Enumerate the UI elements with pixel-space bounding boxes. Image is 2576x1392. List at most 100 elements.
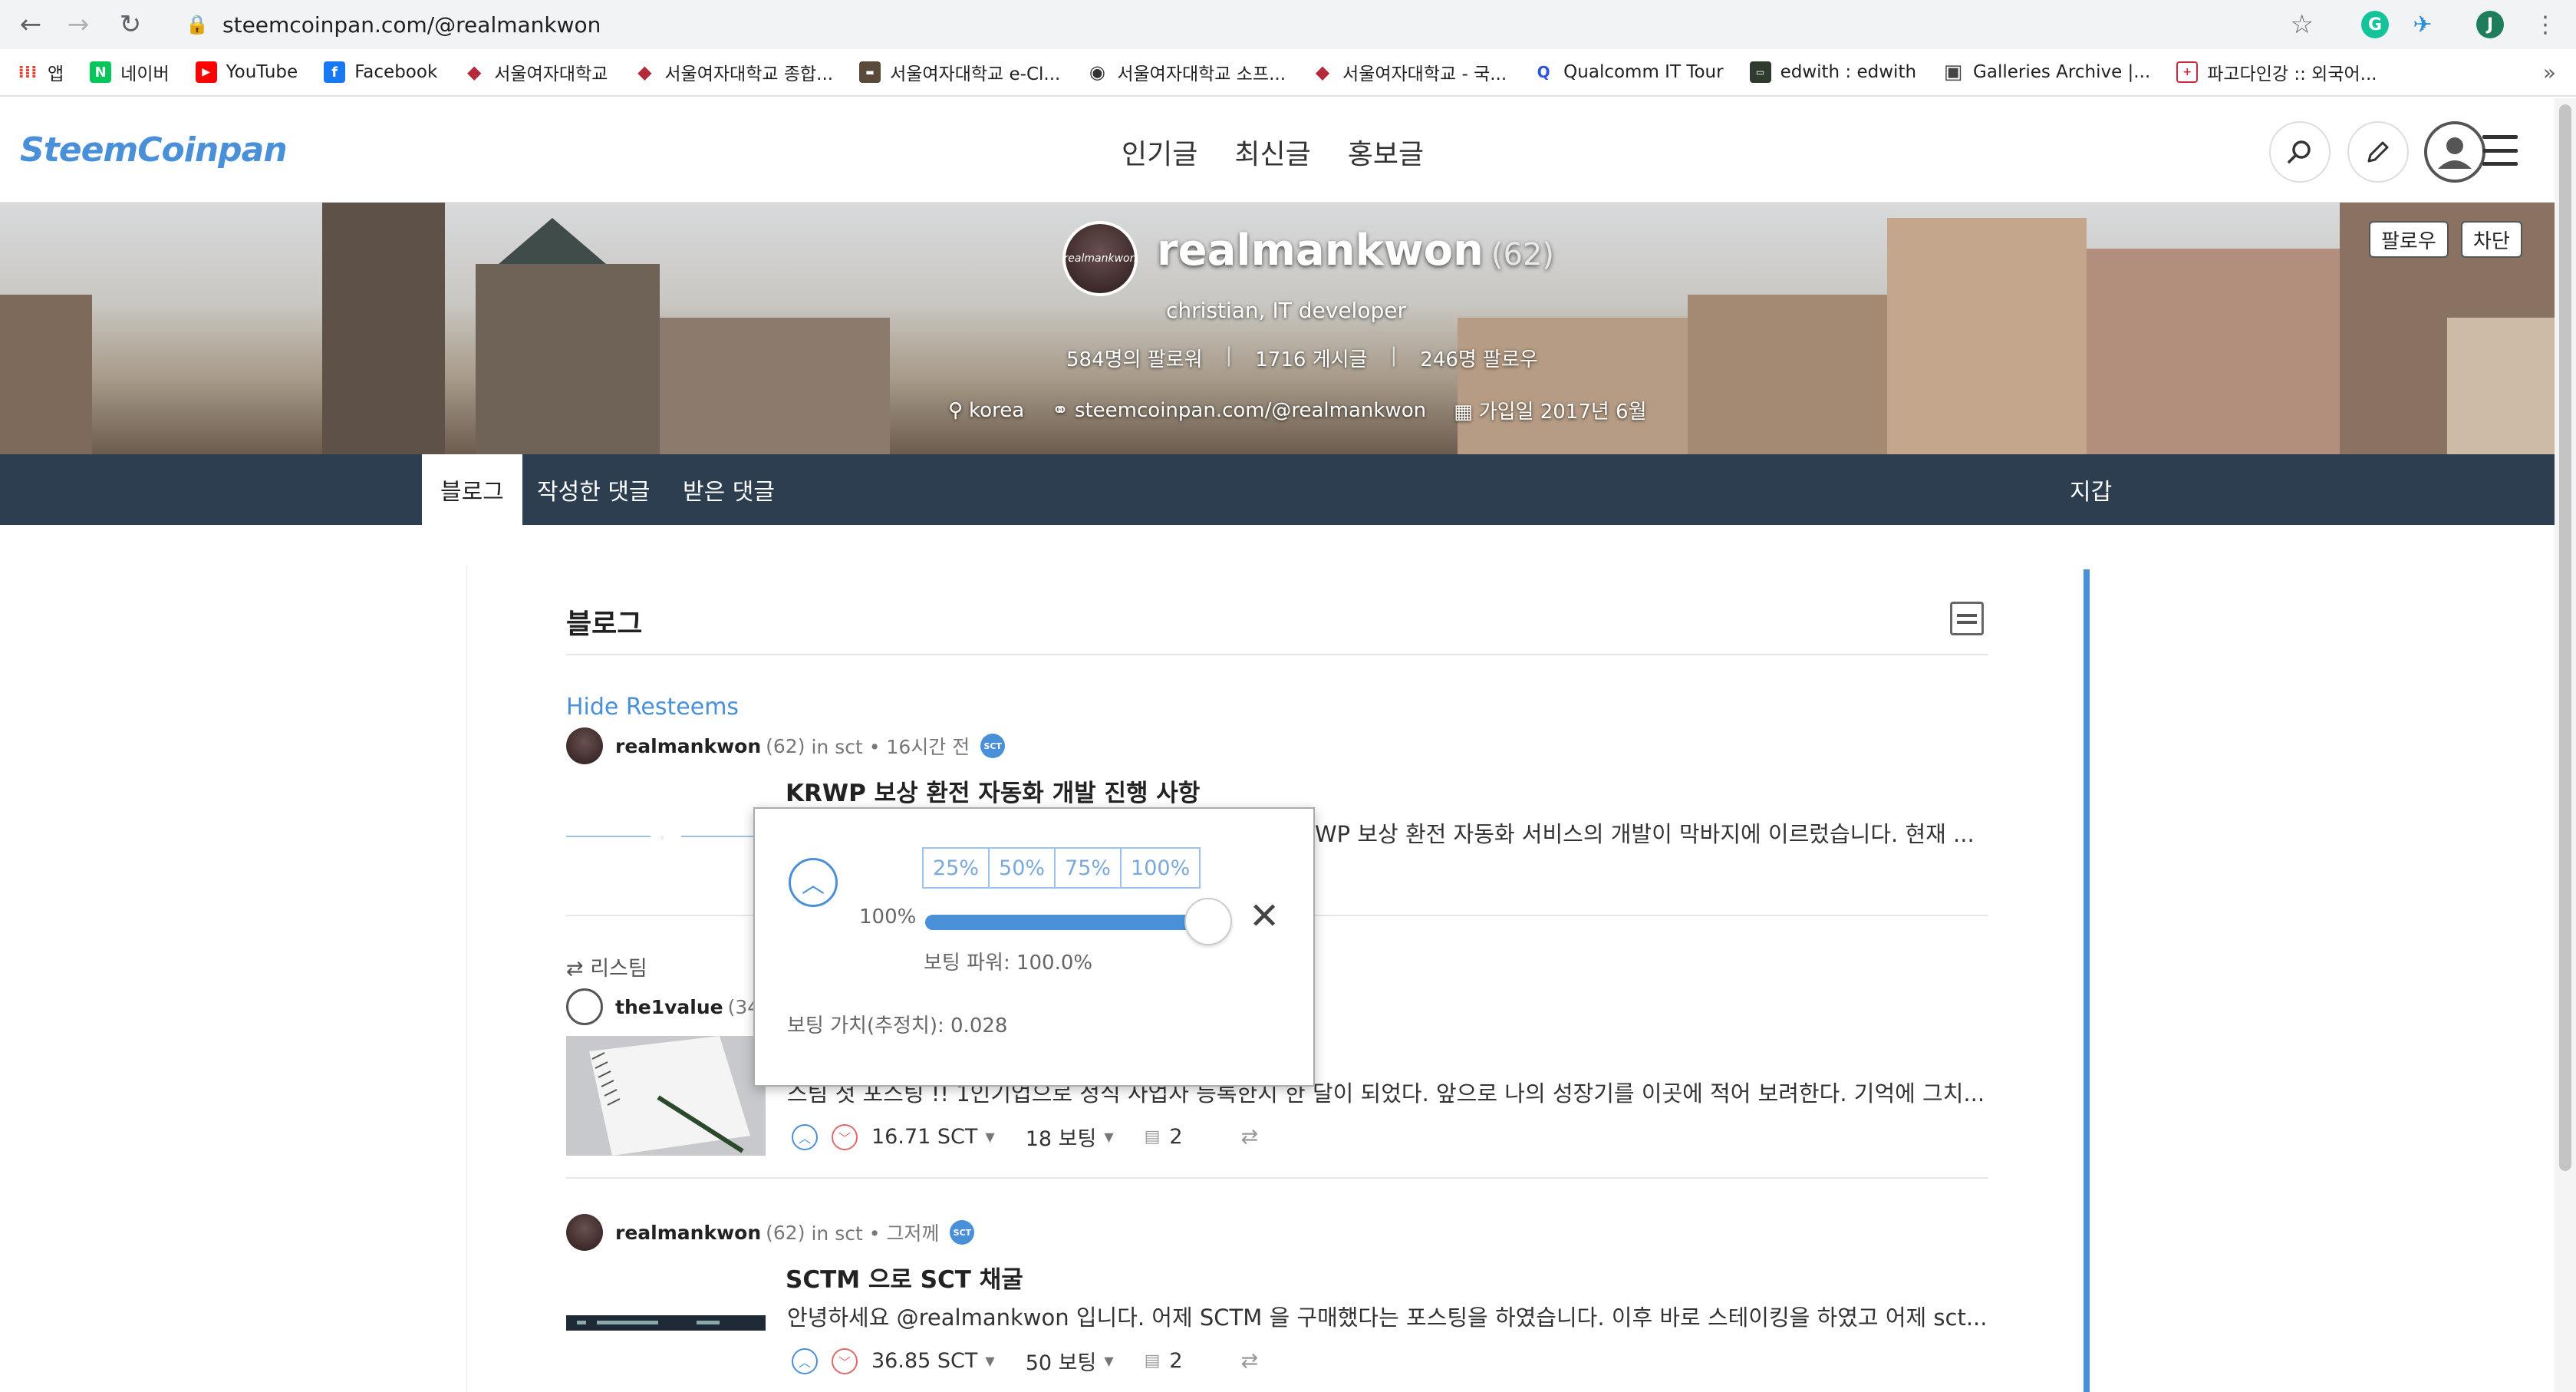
post-excerpt[interactable]: WP 보상 환전 자동화 서비스의 개발이 막바지에 이르렀습니다. 현재 ..…	[1315, 816, 1990, 849]
post-votes[interactable]: 18 보팅	[1026, 1122, 1097, 1152]
preset-25-button[interactable]: 25%	[922, 847, 990, 889]
profile-stats: 584명의 팔로워 | 1716 게시글 | 246명 팔로우	[1066, 344, 1538, 372]
post-thumbnail[interactable]	[566, 1315, 766, 1331]
bookmark-item[interactable]: N 네이버	[90, 59, 170, 85]
bookmark-item[interactable]: ◆ 서울여자대학교 종합...	[634, 59, 833, 85]
profile-meta: ⚲ korea ⚭ steemcoinpan.com/@realmankwon ▦ 가…	[948, 396, 1647, 424]
downvote-icon[interactable]: ﹀	[832, 1123, 858, 1150]
post-actions: ︿ ﹀ 16.71 SCT ▼ 18 보팅 ▼ ▤ 2 ⇄	[792, 1122, 1258, 1152]
author-avatar[interactable]	[566, 1214, 603, 1251]
post-title[interactable]: SCTM 으로 SCT 채굴	[786, 1260, 1023, 1295]
post-title[interactable]: KRWP 보상 환전 자동화 개발 진행 사항	[786, 774, 1200, 808]
search-button[interactable]	[2269, 121, 2331, 183]
author-name[interactable]: realmankwon	[615, 1222, 761, 1244]
profile-avatar-icon[interactable]: J	[2476, 11, 2504, 38]
bookmark-label: 서울여자대학교 소프...	[1117, 64, 1286, 84]
resteem-icon[interactable]: ⇄	[1241, 1125, 1259, 1149]
bookmark-item[interactable]: ▭ edwith : edwith	[1749, 61, 1916, 83]
nav-popular[interactable]: 인기글	[1122, 132, 1197, 172]
profile-website[interactable]: steemcoinpan.com/@realmankwon	[1075, 399, 1426, 422]
caret-down-icon[interactable]: ▼	[985, 1354, 994, 1368]
bookmark-star-icon[interactable]: ☆	[2291, 9, 2314, 40]
profile-avatar[interactable]: realmankwon	[1062, 221, 1138, 296]
stat-divider: |	[1390, 344, 1398, 367]
bookmark-item[interactable]: ▣ Galleries Archive |...	[1942, 61, 2151, 84]
scrollbar-thumb[interactable]	[2559, 104, 2571, 1171]
hamburger-menu-icon[interactable]	[2482, 135, 2518, 166]
comment-icon[interactable]: ▤	[1145, 1351, 1161, 1371]
bookmark-label: 서울여자대학교 e-Cl...	[890, 64, 1061, 84]
post-excerpt[interactable]: 안녕하세요 @realmankwon 입니다. 어제 SCTM 을 구매했다는 …	[787, 1300, 1991, 1332]
preset-75-button[interactable]: 75%	[1054, 847, 1122, 889]
resteem-icon[interactable]: ⇄	[1241, 1349, 1259, 1373]
preset-100-button[interactable]: 100%	[1120, 847, 1201, 889]
author-name[interactable]: the1value	[615, 996, 723, 1018]
vote-value-text: 보팅 가치(추정치): 0.028	[787, 1014, 1008, 1037]
bookmark-item[interactable]: ◆ 서울여자대학교 - 국...	[1312, 59, 1507, 85]
bookmark-item[interactable]: Q Qualcomm IT Tour	[1533, 61, 1724, 83]
post-actions: ︿ ﹀ 36.85 SCT ▼ 50 보팅 ▼ ▤ 2 ⇄	[792, 1346, 1258, 1376]
profile-cover: realmankwon realmankwon (62) christian, I…	[0, 203, 2555, 454]
bookmark-item[interactable]: ⁞⁞⁞ 앱	[17, 59, 64, 85]
tab-blog[interactable]: 블로그	[422, 454, 522, 525]
author-avatar[interactable]	[566, 727, 603, 764]
upvote-icon[interactable]: ︿	[792, 1123, 818, 1150]
block-button[interactable]: 차단	[2461, 221, 2522, 258]
post-payout[interactable]: 16.71 SCT	[871, 1125, 977, 1149]
forward-arrow-icon[interactable]: →	[55, 2, 101, 48]
sct-token-icon: SCT	[980, 734, 1006, 758]
caret-down-icon[interactable]: ▼	[985, 1130, 994, 1144]
hide-resteems-link[interactable]: Hide Resteems	[566, 694, 739, 721]
location-pin-icon: ⚲	[948, 398, 964, 422]
bookmark-item[interactable]: ◆ 서울여자대학교	[463, 59, 608, 85]
bookmarks-overflow-icon[interactable]: »	[2543, 60, 2556, 85]
close-icon[interactable]: ✕	[1249, 898, 1280, 935]
bookmark-item[interactable]: ▶ YouTube	[195, 61, 298, 83]
vote-weight-slider[interactable]	[925, 915, 1201, 930]
bookmark-item[interactable]: f Facebook	[324, 61, 437, 83]
nav-latest[interactable]: 최신글	[1234, 132, 1310, 172]
list-view-toggle-icon[interactable]	[1950, 602, 1984, 635]
caret-down-icon[interactable]: ▼	[1104, 1130, 1113, 1144]
post-votes[interactable]: 50 보팅	[1026, 1346, 1097, 1376]
upvote-icon[interactable]: ︿	[792, 1347, 818, 1374]
following-count[interactable]: 246명 팔로우	[1420, 344, 1538, 372]
site-logo[interactable]: SteemCoinpan	[20, 130, 288, 170]
reload-icon[interactable]: ↻	[107, 2, 153, 48]
tab-wallet[interactable]: 지갑	[2070, 454, 2112, 525]
bookmark-item[interactable]: + 파고다인강 :: 외국어...	[2176, 59, 2377, 85]
caret-down-icon[interactable]: ▼	[1104, 1354, 1113, 1368]
upvote-submit-icon[interactable]: ︿	[789, 858, 838, 907]
author-avatar[interactable]	[566, 988, 603, 1025]
nav-promoted[interactable]: 홍보글	[1348, 132, 1424, 172]
vote-weight-slider-handle[interactable]	[1184, 898, 1232, 945]
post-payout[interactable]: 36.85 SCT	[871, 1349, 977, 1373]
post-thumbnail[interactable]	[566, 1036, 766, 1156]
bookmark-label: Qualcomm IT Tour	[1563, 62, 1724, 82]
author-name[interactable]: realmankwon	[615, 735, 761, 757]
profile-username: realmankwon	[1157, 226, 1484, 275]
pencil-icon	[2367, 141, 2389, 163]
write-post-button[interactable]	[2347, 121, 2409, 183]
comment-icon[interactable]: ▤	[1145, 1127, 1161, 1146]
bookmark-item[interactable]: ▬ 서울여자대학교 e-Cl...	[859, 59, 1060, 85]
downvote-icon[interactable]: ﹀	[832, 1347, 858, 1374]
address-bar[interactable]: 🔒 steemcoinpan.com/@realmankwon ☆	[164, 5, 2335, 45]
follow-button[interactable]: 팔로우	[2369, 221, 2449, 258]
followers-count[interactable]: 584명의 팔로워	[1066, 344, 1203, 372]
menu-kebab-icon[interactable]: ⋮	[2522, 2, 2568, 48]
sct-token-icon: SCT	[950, 1220, 975, 1245]
extension-icon[interactable]: ✈	[2409, 11, 2436, 38]
tab-replies[interactable]: 받은 댓글	[683, 454, 775, 525]
back-arrow-icon[interactable]: ←	[8, 2, 54, 48]
pagoda-icon: +	[2176, 61, 2199, 83]
bookmark-item[interactable]: ◉ 서울여자대학교 소프...	[1086, 59, 1286, 85]
user-menu-button[interactable]	[2424, 121, 2485, 183]
tab-comments[interactable]: 작성한 댓글	[537, 454, 651, 525]
bookmark-label: YouTube	[226, 62, 298, 82]
voting-power-text: 보팅 파워: 100.0%	[924, 952, 1093, 975]
youtube-icon: ▶	[195, 61, 217, 83]
preset-50-button[interactable]: 50%	[988, 847, 1056, 889]
grammarly-extension-icon[interactable]: G	[2361, 11, 2389, 38]
post-thumbnail[interactable]: ◦	[566, 821, 766, 852]
